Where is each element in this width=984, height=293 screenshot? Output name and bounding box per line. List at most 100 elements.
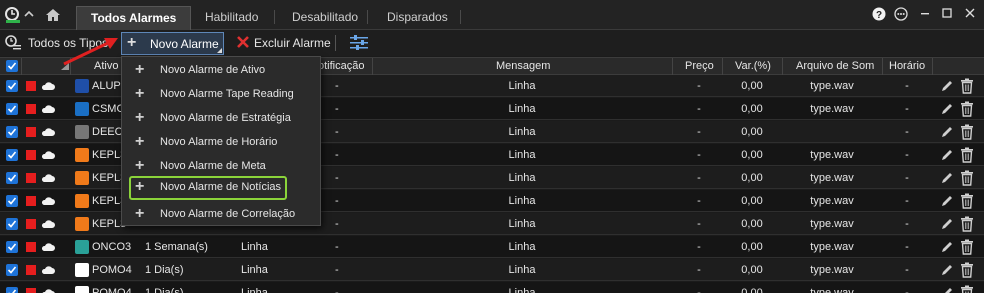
status-indicator xyxy=(26,196,36,206)
header-preco[interactable]: Preço xyxy=(685,60,714,72)
edit-pencil-icon[interactable] xyxy=(940,194,954,211)
menu-item-alarme-noticias[interactable]: + Novo Alarme de Notícias xyxy=(129,176,287,200)
asset-logo-icon xyxy=(75,79,89,93)
header-var[interactable]: Var.(%) xyxy=(735,60,771,72)
cell-arquivo-som: type.wav xyxy=(810,241,854,253)
header-notificacao[interactable]: otificação xyxy=(318,60,364,72)
cell-ativo[interactable]: POMO4 xyxy=(92,287,132,293)
edit-pencil-icon[interactable] xyxy=(940,171,954,188)
trash-icon[interactable] xyxy=(960,193,974,212)
header-arquivo-som[interactable]: Arquivo de Som xyxy=(796,60,874,72)
table-row[interactable]: POMO4 1 Dia(s) Linha - Linha - 0,00 type… xyxy=(0,282,984,293)
settings-sliders-icon[interactable] xyxy=(349,34,369,53)
trash-icon[interactable] xyxy=(960,147,974,166)
cell-var: 0,00 xyxy=(741,80,763,92)
header-horario[interactable]: Horário xyxy=(889,60,925,72)
edit-pencil-icon[interactable] xyxy=(940,79,954,96)
edit-pencil-icon[interactable] xyxy=(940,286,954,293)
menu-item-alarme-tape-reading[interactable]: + Novo Alarme Tape Reading xyxy=(122,83,320,107)
excluir-alarme-button[interactable]: Excluir Alarme xyxy=(254,36,331,50)
trash-icon[interactable] xyxy=(960,239,974,258)
maximize-icon[interactable] xyxy=(939,7,955,23)
menu-item-label: Novo Alarme de Horário xyxy=(160,136,278,148)
cell-notificacao: - xyxy=(335,126,339,138)
edit-pencil-icon[interactable] xyxy=(940,125,954,142)
cell-preco: - xyxy=(697,287,701,293)
cell-preco: - xyxy=(697,195,701,207)
row-checkbox[interactable] xyxy=(6,241,18,253)
cell-horario: - xyxy=(905,126,909,138)
edit-pencil-icon[interactable] xyxy=(940,217,954,234)
row-checkbox[interactable] xyxy=(6,149,18,161)
cell-mensagem: Linha xyxy=(508,172,536,184)
tab-desabilitado[interactable]: Desabilitado xyxy=(278,6,372,30)
row-checkbox[interactable] xyxy=(6,172,18,184)
edit-pencil-icon[interactable] xyxy=(940,148,954,165)
trash-icon[interactable] xyxy=(960,101,974,120)
status-indicator xyxy=(26,219,36,229)
edit-pencil-icon[interactable] xyxy=(940,240,954,257)
cell-mensagem: Linha xyxy=(508,287,536,293)
row-checkbox[interactable] xyxy=(6,218,18,230)
edit-pencil-icon[interactable] xyxy=(940,263,954,280)
menu-item-alarme-horario[interactable]: + Novo Alarme de Horário xyxy=(122,131,320,155)
cell-mensagem: Linha xyxy=(508,241,536,253)
cell-arquivo-som: type.wav xyxy=(810,103,854,115)
annotation-arrow-icon xyxy=(63,38,118,66)
asset-logo-icon xyxy=(75,171,89,185)
cell-preco: - xyxy=(697,80,701,92)
tab-todos-alarmes[interactable]: Todos Alarmes xyxy=(76,6,192,30)
edit-pencil-icon[interactable] xyxy=(940,102,954,119)
help-icon[interactable]: ? xyxy=(871,7,887,23)
trash-icon[interactable] xyxy=(960,170,974,189)
tab-habilitado[interactable]: Habilitado xyxy=(191,6,272,30)
cloud-icon xyxy=(41,151,55,160)
row-checkbox[interactable] xyxy=(6,103,18,115)
row-checkbox[interactable] xyxy=(6,287,18,293)
table-row[interactable]: ONCO3 1 Semana(s) Linha - Linha - 0,00 t… xyxy=(0,236,984,258)
header-mensagem[interactable]: Mensagem xyxy=(496,60,550,72)
cell-var: 0,00 xyxy=(741,264,763,276)
row-checkbox[interactable] xyxy=(6,126,18,138)
status-indicator xyxy=(26,242,36,252)
tab-disparados[interactable]: Disparados xyxy=(373,6,462,30)
cloud-icon xyxy=(41,220,55,229)
cell-var: 0,00 xyxy=(741,218,763,230)
menu-item-alarme-ativo[interactable]: + Novo Alarme de Ativo xyxy=(122,59,320,83)
cell-ativo[interactable]: DEEC xyxy=(92,126,123,138)
close-icon[interactable] xyxy=(962,7,978,23)
cell-notificacao: - xyxy=(335,195,339,207)
caret-up-icon[interactable] xyxy=(23,8,35,20)
select-all-checkbox[interactable] xyxy=(6,60,18,72)
app-logo-icon[interactable] xyxy=(4,6,22,24)
delete-x-icon[interactable] xyxy=(236,35,250,52)
plus-icon: + xyxy=(135,157,145,174)
trash-icon[interactable] xyxy=(960,262,974,281)
trash-icon[interactable] xyxy=(960,285,974,293)
novo-alarme-button[interactable]: + Novo Alarme xyxy=(121,32,224,55)
cell-ativo[interactable]: ALUP xyxy=(92,80,121,92)
column-separator xyxy=(672,58,673,75)
minimize-icon[interactable] xyxy=(917,7,933,23)
trash-icon[interactable] xyxy=(960,78,974,97)
cell-var: 0,00 xyxy=(741,103,763,115)
cell-preco: - xyxy=(697,241,701,253)
table-row[interactable]: POMO4 1 Dia(s) Linha - Linha - 0,00 type… xyxy=(0,259,984,281)
plus-icon: + xyxy=(135,109,145,126)
home-icon[interactable] xyxy=(45,8,61,22)
toolbar: Todos os Tipos + Novo Alarme Excluir Ala… xyxy=(0,30,984,56)
trash-icon[interactable] xyxy=(960,124,974,143)
menu-item-alarme-estrategia[interactable]: + Novo Alarme de Estratégia xyxy=(122,107,320,131)
row-checkbox[interactable] xyxy=(6,195,18,207)
column-separator xyxy=(782,58,783,75)
menu-item-alarme-correlacao[interactable]: + Novo Alarme de Correlação xyxy=(122,203,320,227)
row-checkbox[interactable] xyxy=(6,80,18,92)
trash-icon[interactable] xyxy=(960,216,974,235)
column-separator xyxy=(21,58,22,75)
cell-ativo[interactable]: ONCO3 xyxy=(92,241,131,253)
row-checkbox[interactable] xyxy=(6,264,18,276)
more-icon[interactable] xyxy=(893,7,909,23)
cell-ativo[interactable]: POMO4 xyxy=(92,264,132,276)
cell-arquivo-som: type.wav xyxy=(810,264,854,276)
alarm-types-icon[interactable] xyxy=(4,35,22,54)
